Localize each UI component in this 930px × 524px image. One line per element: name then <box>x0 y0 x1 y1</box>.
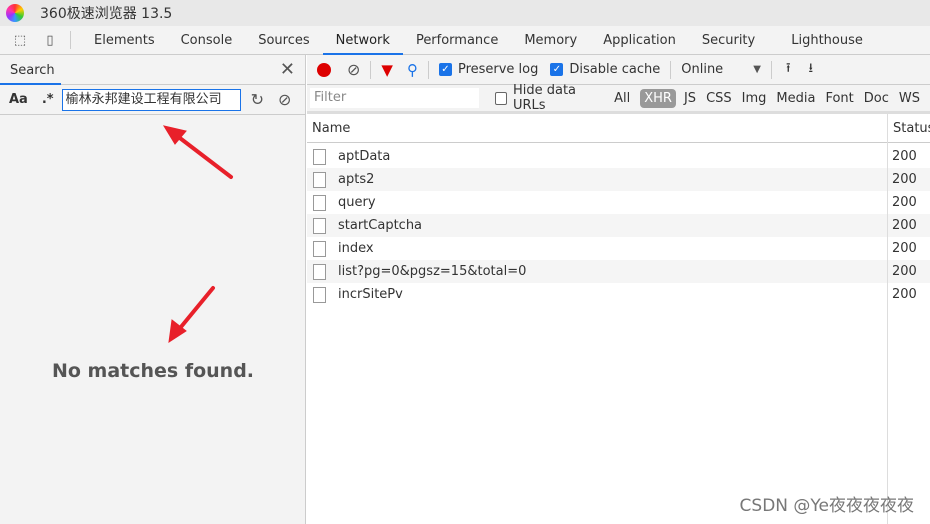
table-row[interactable]: apts2 200 <box>307 168 930 191</box>
table-row[interactable]: list?pg=0&pgsz=15&total=0 200 <box>307 260 930 283</box>
filter-icon[interactable]: ▼ <box>381 61 393 79</box>
table-row[interactable]: aptData 200 <box>307 145 930 168</box>
file-icon <box>313 194 326 211</box>
column-divider <box>887 114 888 524</box>
filter-js[interactable]: JS <box>684 91 696 106</box>
tab-lighthouse[interactable]: Lighthouse <box>778 26 876 55</box>
tab-memory[interactable]: Memory <box>511 26 590 55</box>
preserve-log-label: Preserve log <box>457 62 539 77</box>
tab-security[interactable]: Security <box>689 26 768 55</box>
filter-ws[interactable]: WS <box>899 91 920 106</box>
column-name[interactable]: Name <box>312 121 350 136</box>
tab-console[interactable]: Console <box>168 26 246 55</box>
filter-input[interactable]: Filter <box>310 88 479 108</box>
device-toolbar-icon[interactable]: ▯ <box>40 30 60 50</box>
no-matches-message: No matches found. <box>51 360 255 382</box>
file-icon <box>313 286 326 303</box>
hide-data-urls-checkbox[interactable] <box>494 91 507 105</box>
request-list: aptData 200 apts2 200 query 200 startCaptch… <box>307 143 930 306</box>
filter-media[interactable]: Media <box>776 91 815 106</box>
title-bar: 360极速浏览器 13.5 <box>0 0 930 26</box>
watermark: CSDN @Ye夜夜夜夜夜 <box>739 496 914 516</box>
filter-all[interactable]: All <box>614 91 630 106</box>
table-row[interactable]: query 200 <box>307 191 930 214</box>
table-row[interactable]: startCaptcha 200 <box>307 214 930 237</box>
filter-img[interactable]: Img <box>742 91 767 106</box>
match-case-button[interactable]: Aa <box>9 92 28 107</box>
regex-button[interactable]: .* <box>42 92 54 107</box>
record-button[interactable] <box>317 62 331 77</box>
import-har-icon[interactable]: ⭱ <box>786 59 791 81</box>
disable-cache-label: Disable cache <box>569 62 661 77</box>
search-input[interactable]: 榆林永邦建设工程有限公司 <box>61 88 241 111</box>
close-icon[interactable]: ✕ <box>280 59 295 80</box>
clear-log-icon[interactable]: ⊘ <box>347 60 360 79</box>
search-tab[interactable]: Search <box>0 55 61 85</box>
search-panel: Search ✕ Aa .* 榆林永邦建设工程有限公司 ↻ ⊘ No match… <box>0 55 306 524</box>
file-icon <box>313 263 326 280</box>
preserve-log-checkbox[interactable]: ✓ <box>438 63 452 76</box>
tab-application[interactable]: Application <box>590 26 689 55</box>
search-icon[interactable]: ⚲ <box>407 61 418 79</box>
filter-css[interactable]: CSS <box>706 91 732 106</box>
table-row[interactable]: index 200 <box>307 237 930 260</box>
inspect-element-icon[interactable]: ⬚ <box>10 30 30 50</box>
window-title: 360极速浏览器 13.5 <box>40 6 173 22</box>
file-icon <box>313 217 326 234</box>
devtools-tabbar: ⬚ ▯ Elements Console Sources Network Per… <box>0 26 930 55</box>
filter-doc[interactable]: Doc <box>864 91 889 106</box>
refresh-icon[interactable]: ↻ <box>251 90 264 109</box>
file-icon <box>313 240 326 257</box>
chevron-down-icon[interactable]: ▼ <box>753 64 761 75</box>
table-row[interactable]: incrSitePv 200 <box>307 283 930 306</box>
disable-cache-checkbox[interactable]: ✓ <box>550 63 564 76</box>
network-panel: ⊘ ▼ ⚲ ✓ Preserve log ✓ Disable cache Onl… <box>307 55 930 524</box>
divider <box>70 31 71 49</box>
file-icon <box>313 148 326 165</box>
export-har-icon[interactable]: ⭳ <box>809 59 814 81</box>
filter-xhr[interactable]: XHR <box>640 88 676 108</box>
column-status[interactable]: Status <box>887 120 930 136</box>
tab-sources[interactable]: Sources <box>245 26 322 55</box>
tab-elements[interactable]: Elements <box>81 26 168 55</box>
filter-font[interactable]: Font <box>825 91 853 106</box>
hide-data-urls-label: Hide data URLs <box>512 83 577 113</box>
tab-performance[interactable]: Performance <box>403 26 511 55</box>
browser-logo-icon <box>6 4 24 22</box>
throttle-select[interactable]: Online <box>681 62 753 77</box>
clear-icon[interactable]: ⊘ <box>278 90 291 109</box>
file-icon <box>313 171 326 188</box>
tab-network[interactable]: Network <box>322 26 403 55</box>
